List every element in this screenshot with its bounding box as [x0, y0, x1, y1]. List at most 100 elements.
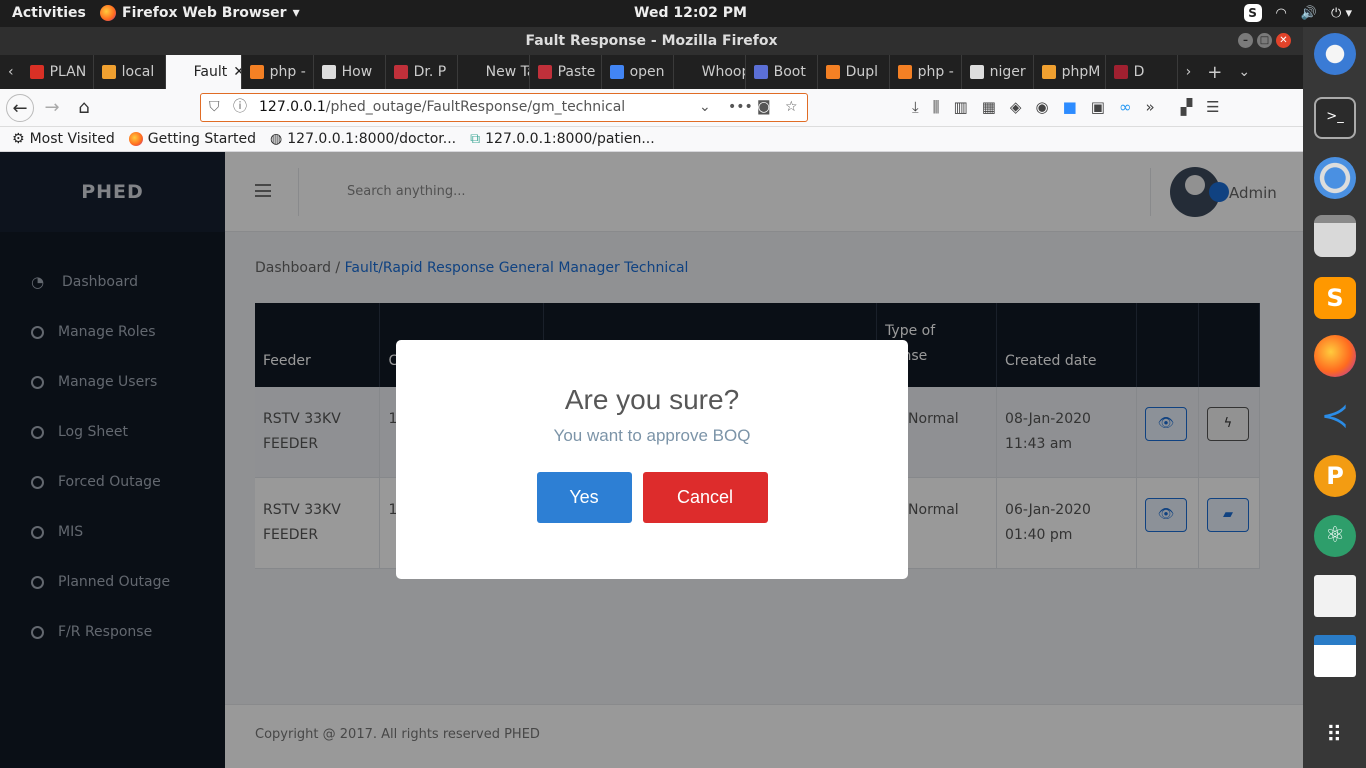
tab-11[interactable]: Dupl — [818, 55, 890, 89]
screenshot-icon[interactable]: ▦ — [982, 98, 996, 116]
tab-14[interactable]: phpM — [1034, 55, 1106, 89]
cancel-button[interactable]: Cancel — [642, 472, 768, 523]
chromium-icon[interactable] — [1314, 157, 1356, 199]
show-apps-icon[interactable]: ⠿ — [1314, 715, 1356, 757]
tab-1[interactable]: local — [94, 55, 166, 89]
tab-3[interactable]: php - — [242, 55, 314, 89]
ubuntu-dock: >_ S ≺ P ⚛ ⠿ — [1303, 27, 1366, 768]
files-icon[interactable] — [1314, 215, 1356, 257]
pocket-icon[interactable]: ◙ — [757, 94, 771, 121]
gear-icon: ⚙ — [12, 131, 25, 147]
extension-two-icon[interactable]: ▣ — [1091, 98, 1105, 116]
tab-favicon-icon — [753, 65, 768, 79]
tab-label: PLAN — [49, 64, 87, 80]
info-icon[interactable]: ⓘ — [233, 94, 247, 121]
tab-favicon-icon — [173, 65, 188, 79]
document-icon[interactable] — [1314, 575, 1356, 617]
tab-4[interactable]: How — [314, 55, 386, 89]
thunderbird-icon[interactable] — [1314, 33, 1356, 75]
extensions-menu-icon[interactable]: ▞ — [1181, 98, 1193, 116]
hamburger-menu-icon[interactable]: ☰ — [1206, 98, 1219, 116]
volume-icon[interactable]: 🔊 — [1301, 6, 1317, 21]
tab-8[interactable]: open — [602, 55, 674, 89]
bookmark-getting-started[interactable]: Getting Started — [128, 131, 257, 147]
tab-label: open — [629, 64, 665, 80]
bookmark-star-icon[interactable]: ☆ — [785, 94, 798, 121]
minimize-icon[interactable]: – — [1238, 33, 1253, 48]
download-icon[interactable]: ⤓ — [912, 98, 919, 116]
firefox-dock-icon[interactable] — [1314, 335, 1356, 377]
tab-label: phpM — [1061, 64, 1101, 80]
clock[interactable]: Wed 12:02 PM — [634, 5, 747, 21]
tab-6[interactable]: New Tab — [458, 55, 530, 89]
extension-three-icon[interactable]: ∞ — [1119, 98, 1132, 116]
bookmark-label: Getting Started — [147, 131, 257, 147]
tab-label: local — [121, 64, 155, 80]
url-text: 127.0.0.1/phed_outage/FaultResponse/gm_t… — [259, 94, 625, 121]
incognito-icon[interactable]: ◉ — [1035, 98, 1048, 116]
system-top-bar: Activities Firefox Web Browser ▾ Wed 12:0… — [0, 0, 1366, 27]
system-tray[interactable]: S ◠ 🔊 ⏻ ▾ — [1243, 4, 1352, 22]
tab-list-icon[interactable]: ⌄ — [1230, 64, 1258, 80]
new-tab-icon[interactable]: + — [1199, 62, 1230, 83]
tab-2[interactable]: Fault ✕ — [165, 55, 242, 89]
library-icon[interactable]: ⫼ — [933, 98, 940, 116]
skype-icon[interactable]: S — [1243, 4, 1262, 22]
close-tab-icon[interactable]: ✕ — [233, 64, 240, 80]
toolbar-icons: ⤓ ⫼ ▥ ▦ ◈ ◉ ■ ▣ ∞ » ▞ ☰ — [912, 98, 1220, 116]
tab-favicon-icon — [1041, 65, 1056, 79]
forward-icon[interactable]: → — [38, 94, 66, 122]
tab-label: Dupl — [845, 64, 879, 80]
yes-button[interactable]: Yes — [536, 472, 632, 523]
maximize-icon[interactable]: □ — [1257, 33, 1272, 48]
atom-icon[interactable]: ⚛ — [1314, 515, 1356, 557]
vscode-icon[interactable]: ≺ — [1314, 395, 1356, 437]
postman-icon[interactable]: P — [1314, 455, 1356, 497]
tabs-scroll-left-icon[interactable]: ‹ — [0, 64, 22, 80]
sublime-icon[interactable]: S — [1314, 277, 1356, 319]
close-icon[interactable]: ✕ — [1276, 33, 1291, 48]
app-menu[interactable]: Firefox Web Browser ▾ — [100, 5, 300, 21]
window-title-bar: Fault Response - Mozilla Firefox – □ ✕ — [0, 27, 1303, 55]
power-icon[interactable]: ⏻ ▾ — [1331, 6, 1352, 21]
confirm-dialog: Are you sure? You want to approve BOQ Ye… — [396, 340, 908, 579]
tabs-scroll-right-icon[interactable]: › — [1178, 64, 1200, 80]
sidebar-icon[interactable]: ▥ — [954, 98, 968, 116]
bookmarks-bar: ⚙ Most Visited Getting Started ◍ 127.0.0.1… — [0, 127, 1303, 152]
firefox-icon — [100, 5, 116, 21]
overflow-icon[interactable]: » — [1145, 98, 1154, 116]
tab-5[interactable]: Dr. P — [386, 55, 458, 89]
firefox-icon — [128, 132, 143, 146]
tab-13[interactable]: niger — [962, 55, 1034, 89]
navigation-bar: ← → ⌂ ⛉ ⓘ 127.0.0.1/phed_outage/FaultRes… — [0, 89, 1303, 127]
bookmark-most-visited[interactable]: ⚙ Most Visited — [12, 131, 115, 147]
window-title: Fault Response - Mozilla Firefox — [525, 33, 778, 49]
tab-10[interactable]: Boot — [746, 55, 818, 89]
zoom-icon[interactable]: ■ — [1063, 98, 1077, 116]
extension-icon[interactable]: ◈ — [1010, 98, 1022, 116]
tab-label: Paste — [557, 64, 596, 80]
app-menu-label: Firefox Web Browser — [122, 5, 287, 21]
bookmark-doctor[interactable]: ◍ 127.0.0.1:8000/doctor... — [270, 131, 456, 147]
tab-0[interactable]: PLAN — [22, 55, 94, 89]
caret-down-icon: ▾ — [292, 5, 300, 21]
tab-label: php - — [269, 64, 306, 80]
tab-9[interactable]: Whoops — [674, 55, 746, 89]
home-icon[interactable]: ⌂ — [70, 94, 98, 122]
writer-icon[interactable] — [1314, 635, 1356, 677]
tab-7[interactable]: Paste — [530, 55, 602, 89]
activities-button[interactable]: Activities — [12, 5, 86, 21]
url-bar[interactable]: ⛉ ⓘ 127.0.0.1/phed_outage/FaultResponse/… — [200, 93, 808, 122]
back-icon[interactable]: ← — [6, 94, 34, 122]
tab-label: Fault — [193, 64, 228, 80]
wifi-icon[interactable]: ◠ — [1276, 6, 1287, 21]
shield-icon[interactable]: ⛉ — [209, 94, 220, 121]
tab-favicon-icon — [465, 65, 480, 79]
tab-15[interactable]: D — [1106, 55, 1178, 89]
bookmark-patient[interactable]: ⧉ 127.0.0.1:8000/patien... — [470, 131, 655, 147]
tab-12[interactable]: php - — [890, 55, 962, 89]
page-actions-icon[interactable]: ••• — [728, 94, 753, 121]
url-dropdown-icon[interactable]: ⌄ — [699, 94, 711, 121]
bookmark-label: 127.0.0.1:8000/doctor... — [287, 131, 457, 147]
terminal-icon[interactable]: >_ — [1314, 97, 1356, 139]
